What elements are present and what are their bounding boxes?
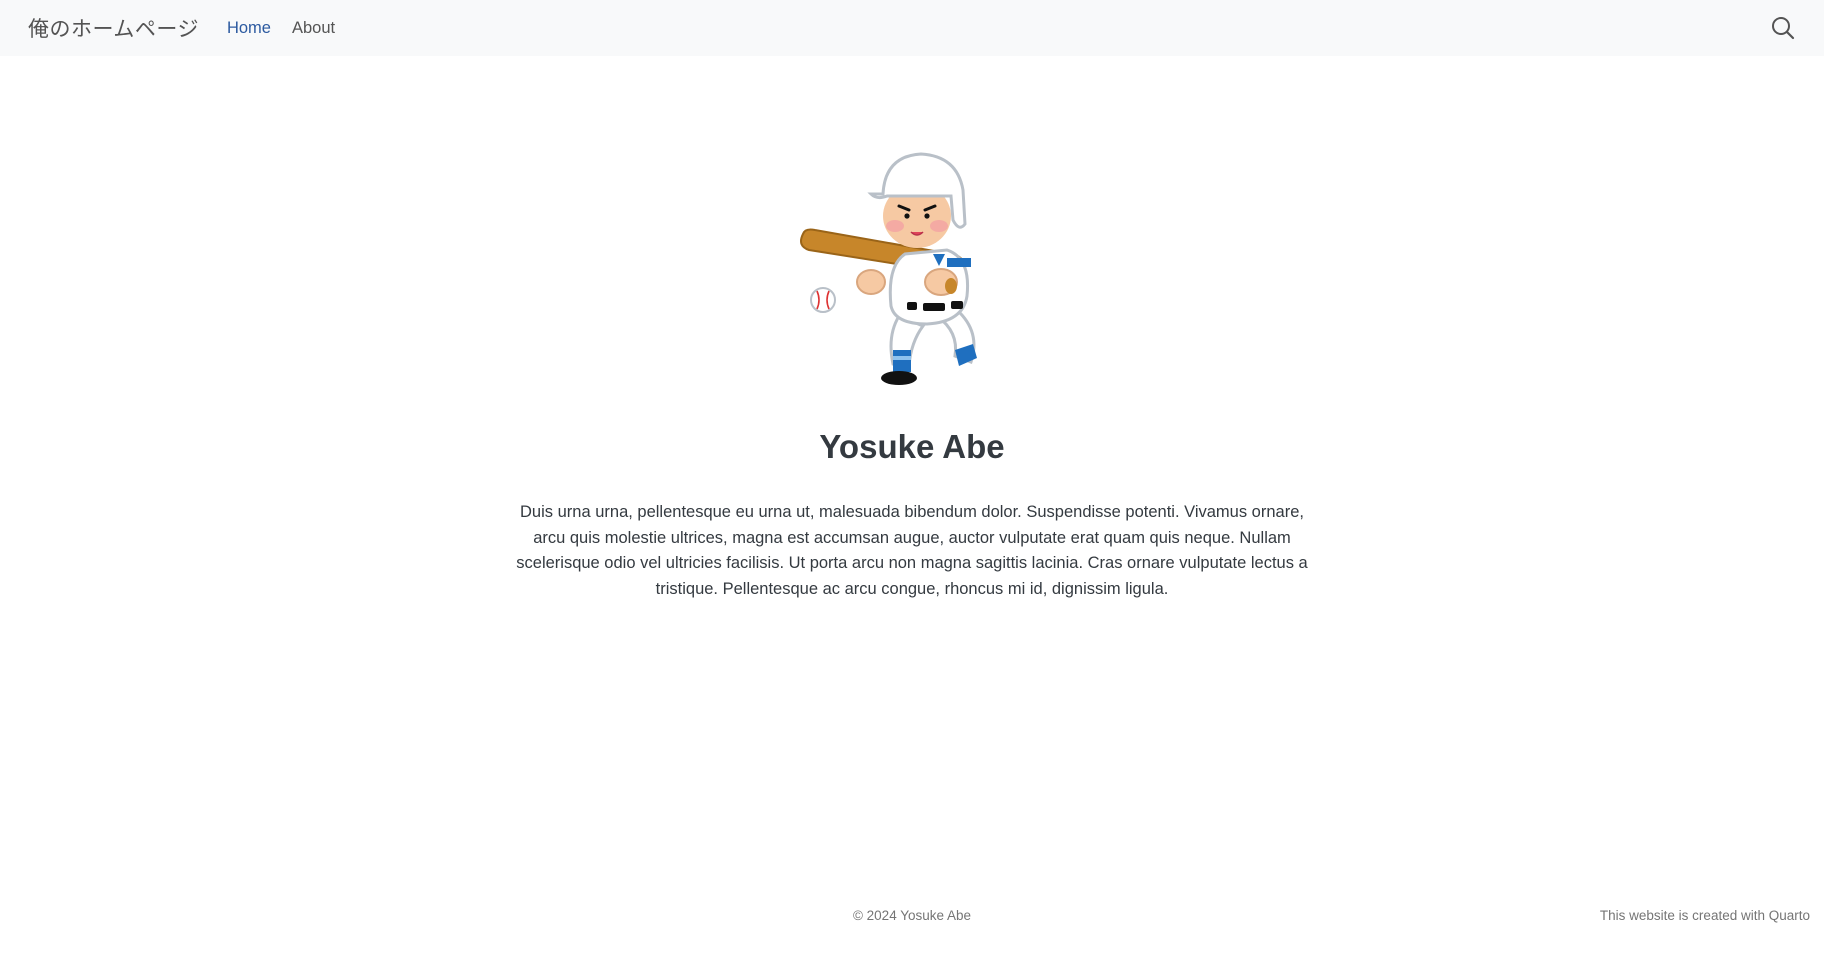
site-brand-link[interactable]: 俺のホームページ xyxy=(28,13,199,43)
main-content: Yosuke Abe Duis urna urna, pellentesque … xyxy=(0,56,1824,602)
search-button[interactable] xyxy=(1768,13,1798,43)
profile-bio: Duis urna urna, pellentesque eu urna ut,… xyxy=(516,503,1308,598)
nav-link-home[interactable]: Home xyxy=(227,19,271,38)
nav-link-about[interactable]: About xyxy=(292,19,335,38)
footer-copyright: © 2024 Yosuke Abe xyxy=(852,908,972,923)
profile-name: Yosuke Abe xyxy=(819,428,1005,465)
footer-credit: This website is created with Quarto xyxy=(1599,908,1810,923)
top-navbar: 俺のホームページ Home About xyxy=(0,0,1824,56)
search-icon xyxy=(1772,17,1795,40)
baseball-icon xyxy=(810,287,836,313)
profile-image xyxy=(800,152,977,385)
